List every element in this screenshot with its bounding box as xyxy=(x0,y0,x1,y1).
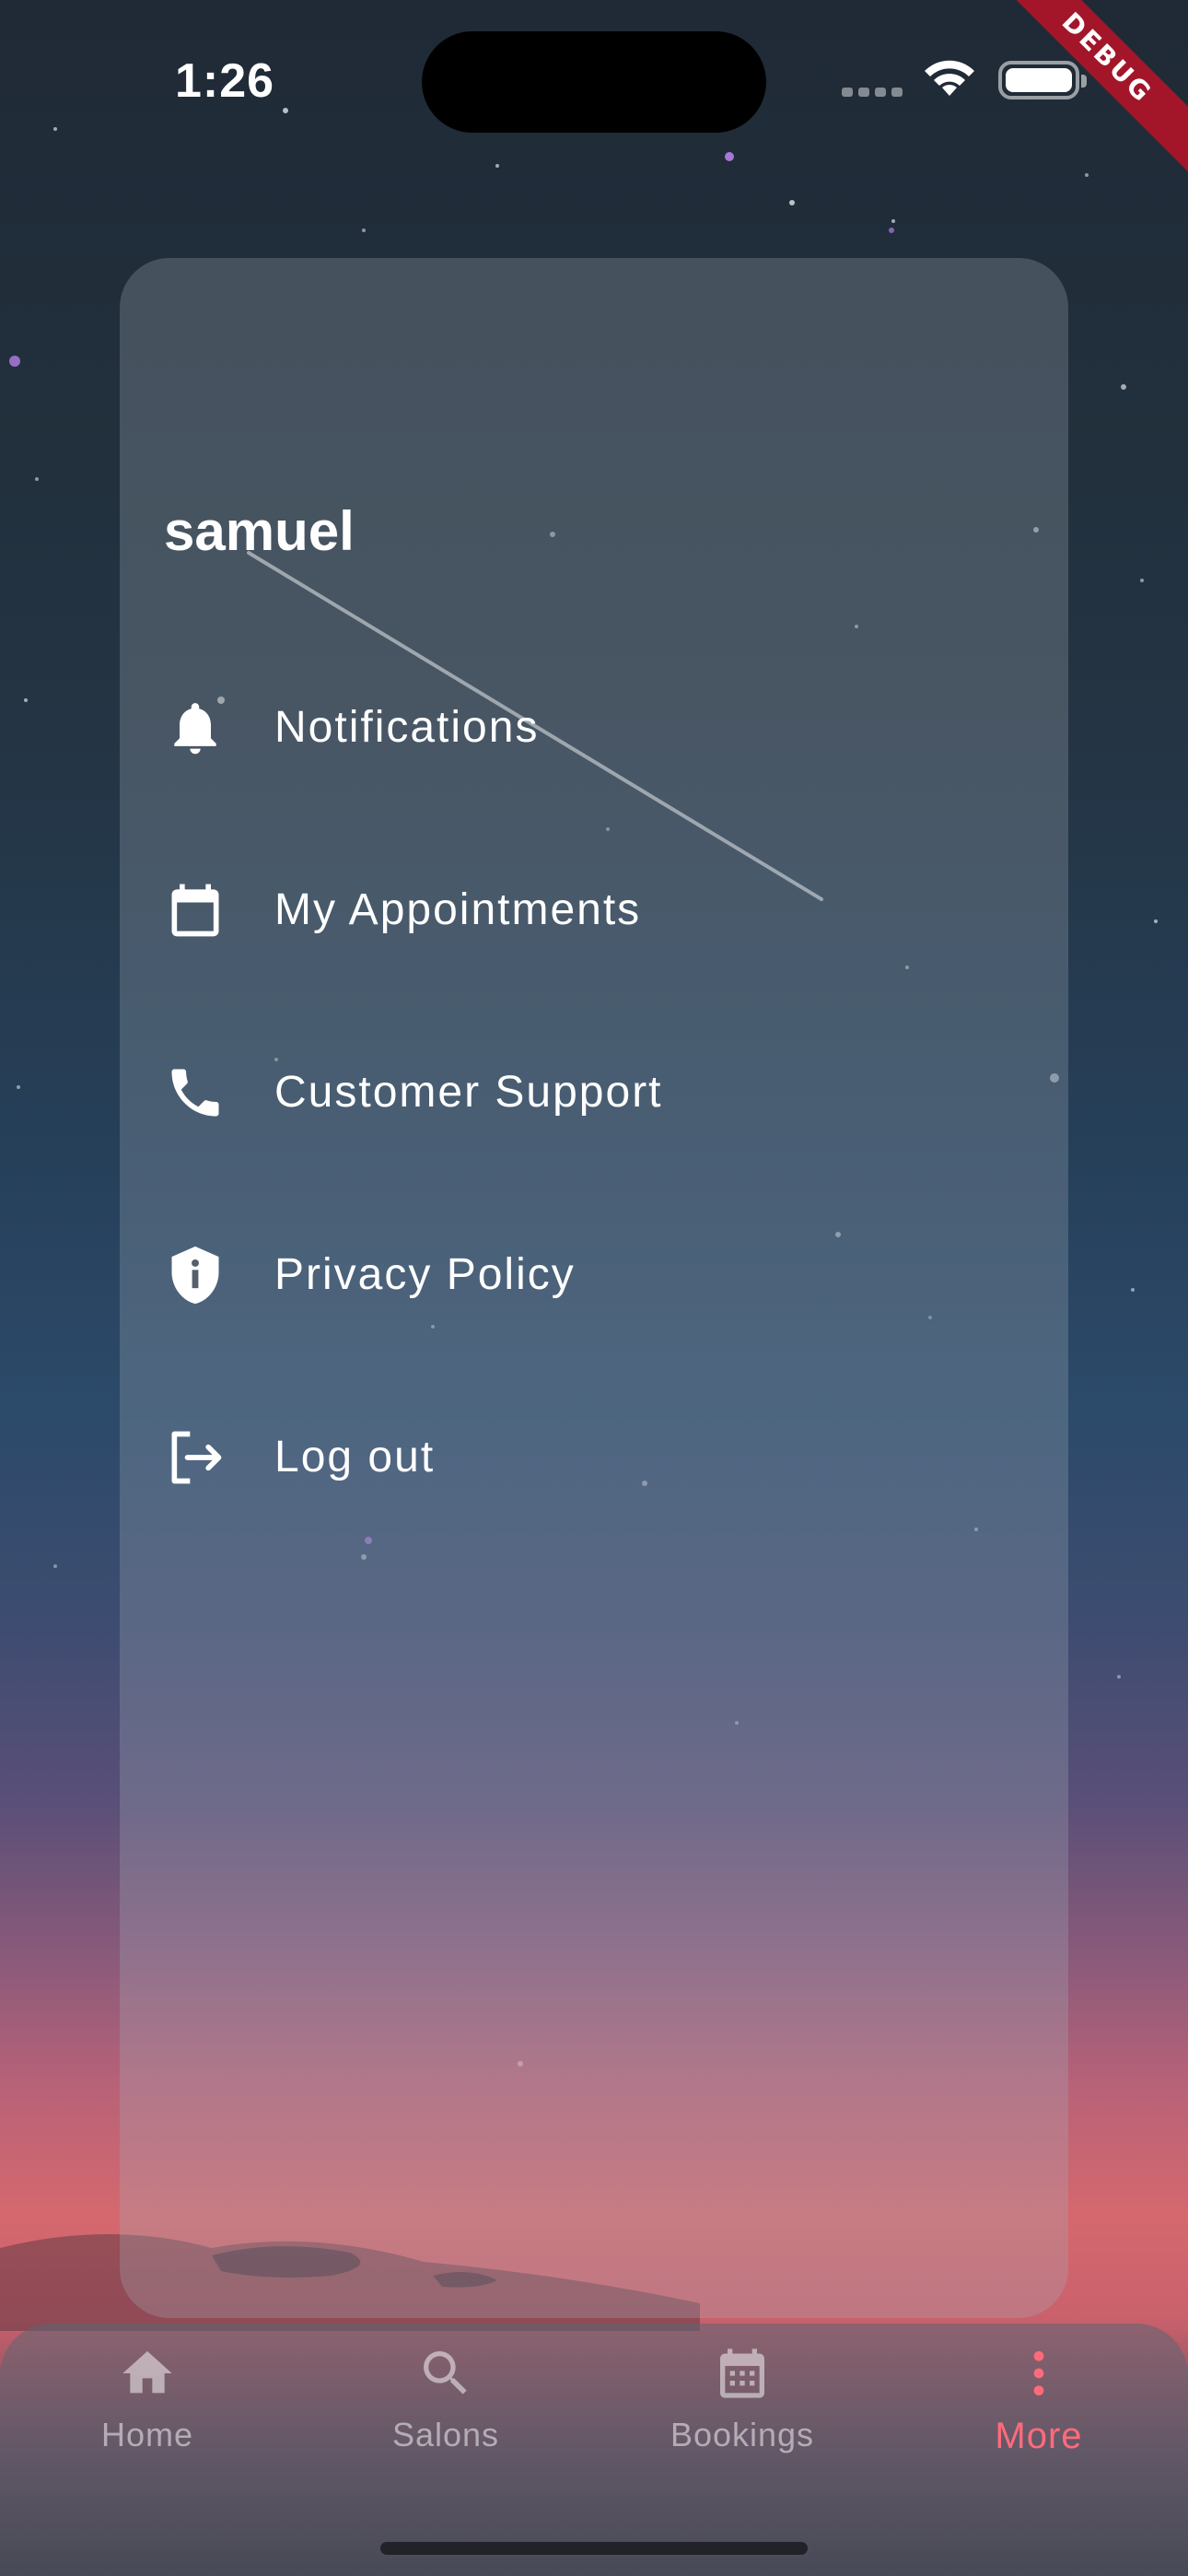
tab-more[interactable]: More xyxy=(928,2344,1149,2473)
cellular-signal-icon xyxy=(842,83,904,100)
menu-item-notifications[interactable]: Notifications xyxy=(164,669,993,779)
shield-info-icon xyxy=(171,1246,219,1305)
debug-banner-container: DEBUG xyxy=(1004,0,1188,184)
tab-bookings[interactable]: Bookings xyxy=(632,2344,853,2473)
calendar-grid-icon xyxy=(720,2348,764,2398)
menu-item-privacy-policy[interactable]: Privacy Policy xyxy=(164,1216,993,1327)
menu-item-label: Customer Support xyxy=(274,1068,663,1117)
debug-banner: DEBUG xyxy=(1004,0,1188,172)
user-name: samuel xyxy=(164,500,355,562)
menu-item-label: Log out xyxy=(274,1433,436,1481)
menu-item-my-appointments[interactable]: My Appointments xyxy=(164,851,993,962)
tab-label: More xyxy=(995,2416,1083,2456)
tab-home[interactable]: Home xyxy=(37,2344,258,2473)
bell-icon xyxy=(174,703,216,755)
tab-label: Salons xyxy=(391,2416,500,2453)
dynamic-island xyxy=(422,31,766,133)
phone-icon xyxy=(171,1069,219,1117)
home-indicator[interactable] xyxy=(380,2542,808,2555)
calendar-icon xyxy=(171,884,219,937)
tab-salons[interactable]: Salons xyxy=(335,2344,556,2473)
menu-item-label: Notifications xyxy=(274,703,540,752)
more-vertical-icon xyxy=(1033,2351,1044,2395)
logout-icon xyxy=(171,1431,222,1484)
tab-label: Home xyxy=(100,2416,194,2453)
search-icon xyxy=(424,2351,467,2395)
menu-item-label: My Appointments xyxy=(274,885,642,934)
status-time: 1:26 xyxy=(175,54,275,108)
home-icon xyxy=(122,2351,172,2394)
wifi-icon xyxy=(925,60,974,96)
tab-label: Bookings xyxy=(670,2416,815,2453)
menu-item-log-out[interactable]: Log out xyxy=(164,1399,993,1509)
menu-item-label: Privacy Policy xyxy=(274,1250,576,1299)
menu-item-customer-support[interactable]: Customer Support xyxy=(164,1034,993,1144)
